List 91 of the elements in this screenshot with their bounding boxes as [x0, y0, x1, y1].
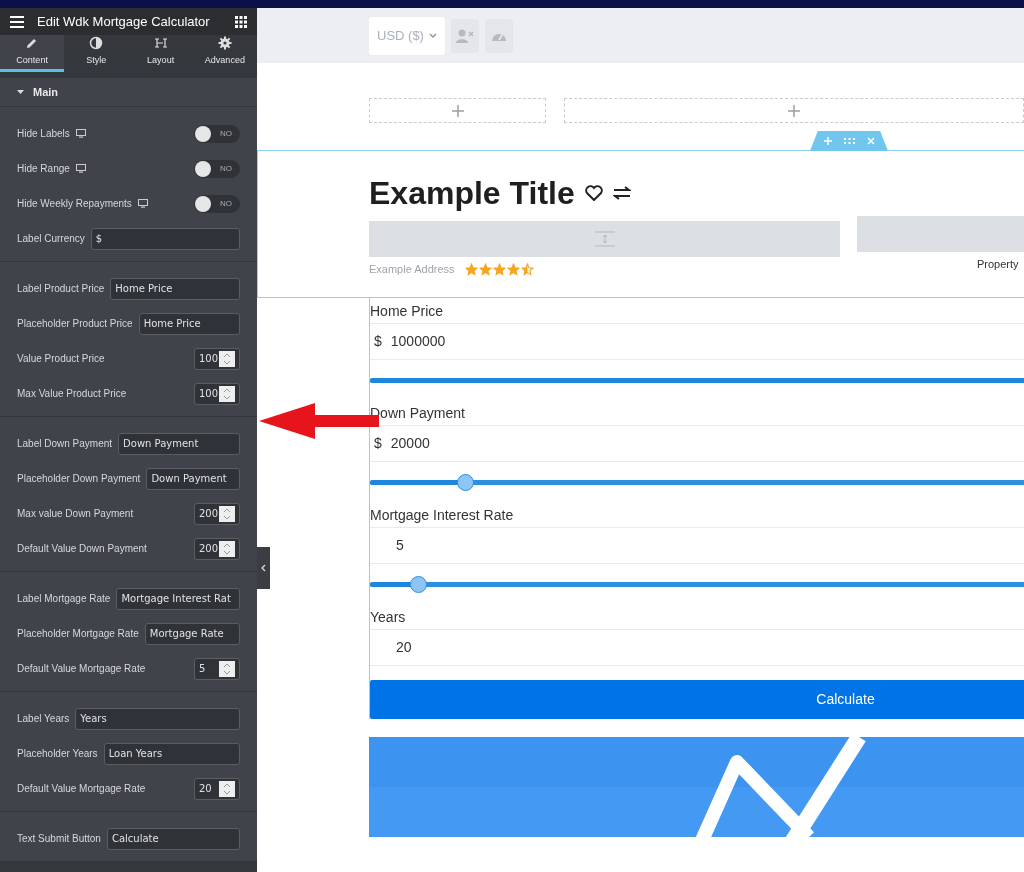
panel-tab[interactable]: Advanced — [192, 35, 257, 72]
contrast-icon — [89, 36, 104, 51]
plus-icon — [451, 104, 464, 117]
currency-prefix: $ — [374, 434, 382, 453]
form-input[interactable]: 20 — [370, 629, 1024, 666]
spinner-icon[interactable] — [219, 385, 235, 402]
form-label: Mortgage Interest Rate — [370, 506, 515, 525]
user-remove-icon — [455, 28, 474, 43]
text-input[interactable]: Mortgage Interest Rat — [116, 587, 240, 610]
number-input[interactable]: 200 — [194, 537, 240, 560]
text-input[interactable]: Mortgage Rate — [144, 622, 240, 645]
field-label: Placeholder Years — [17, 747, 98, 762]
star-icon — [478, 262, 492, 276]
desktop-icon — [75, 129, 86, 139]
field-label: Label Years — [17, 712, 70, 727]
form-label: Years — [370, 608, 407, 627]
field-label: Label Currency — [17, 232, 85, 247]
listing-title: Example Title — [369, 177, 575, 209]
plus-icon[interactable] — [823, 137, 832, 145]
panel-tab[interactable]: Style — [64, 35, 129, 72]
toggle-switch[interactable]: NO — [194, 194, 240, 213]
address-text: Example Address — [369, 262, 455, 277]
spinner-icon[interactable] — [219, 780, 235, 797]
star-icon — [520, 262, 534, 276]
text-input[interactable]: Loan Years — [103, 742, 240, 765]
spinner-icon[interactable] — [219, 350, 235, 367]
panel-tab[interactable]: Content — [0, 35, 65, 72]
form-input[interactable]: $ 1000000 — [370, 323, 1024, 360]
toggle-switch[interactable]: NO — [194, 124, 240, 143]
field-label: Label Product Price — [17, 282, 105, 297]
text-input[interactable]: Years — [75, 707, 240, 730]
apps-grid-icon[interactable] — [235, 15, 247, 28]
heading-icon — [153, 36, 168, 51]
plus-icon — [788, 104, 800, 117]
drag-handle-icon[interactable] — [843, 138, 855, 144]
field-label: Hide Range — [17, 162, 70, 177]
field-label: Label Mortgage Rate — [17, 592, 111, 607]
form-input[interactable]: $ 20000 — [370, 425, 1024, 462]
section-handle[interactable] — [810, 131, 888, 151]
spinner-icon[interactable] — [219, 660, 235, 677]
field-label: Value Product Price — [17, 352, 105, 367]
number-input[interactable]: 100 — [194, 382, 240, 405]
field-label: Default Value Mortgage Rate — [17, 662, 146, 677]
star-icon — [506, 262, 520, 276]
desktop-icon — [75, 164, 86, 174]
field-label: Text Submit Button — [17, 832, 101, 847]
spinner-icon[interactable] — [219, 540, 235, 557]
field-label: Default Value Down Payment — [17, 542, 147, 557]
text-input[interactable]: Home Price — [138, 312, 240, 335]
panel-collapse-button[interactable] — [257, 547, 270, 589]
calculate-button[interactable]: Calculate — [370, 680, 1024, 719]
star-icon — [492, 262, 506, 276]
number-input[interactable]: 20 — [194, 777, 240, 800]
form-input[interactable]: 5 — [370, 527, 1024, 564]
field-label: Placeholder Down Payment — [17, 472, 141, 487]
slider-thumb[interactable] — [457, 473, 475, 491]
text-input[interactable]: Down Payment — [146, 467, 240, 490]
number-input[interactable]: 5 — [194, 657, 240, 680]
form-label: Home Price — [370, 302, 445, 321]
close-icon[interactable] — [866, 137, 875, 145]
text-input[interactable]: Home Price — [110, 277, 240, 300]
text-input[interactable]: $ — [90, 227, 240, 250]
number-input[interactable]: 200 — [194, 502, 240, 525]
number-input[interactable]: 100 — [194, 347, 240, 370]
field-label: Placeholder Mortgage Rate — [17, 627, 139, 642]
field-label: Default Value Mortgage Rate — [17, 782, 146, 797]
field-label: Hide Weekly Repayments — [17, 197, 132, 212]
text-input[interactable]: Calculate — [106, 827, 240, 850]
property-label: Property — [977, 257, 1020, 272]
field-label: Max Value Product Price — [17, 387, 127, 402]
field-label: Label Down Payment — [17, 437, 113, 452]
slider-thumb[interactable] — [409, 575, 427, 593]
swap-arrows-icon[interactable] — [612, 186, 631, 200]
field-label: Max value Down Payment — [17, 507, 134, 522]
chevron-left-icon — [261, 564, 266, 572]
field-label: Placeholder Product Price — [17, 317, 133, 332]
field-label: Hide Labels — [17, 127, 70, 142]
panel-tab[interactable]: Layout — [128, 35, 193, 72]
chevron-down-icon — [428, 33, 437, 38]
desktop-icon — [137, 199, 148, 209]
menu-icon[interactable] — [10, 15, 24, 28]
text-input[interactable]: Down Payment — [118, 432, 240, 455]
spinner-icon[interactable] — [219, 505, 235, 522]
panel-title: Edit Wdk Mortgage Calculator — [37, 12, 211, 31]
heart-icon[interactable] — [584, 185, 603, 201]
toggle-switch[interactable]: NO — [194, 159, 240, 178]
caret-icon — [17, 90, 24, 95]
currency-prefix: $ — [374, 332, 382, 351]
star-icon — [464, 262, 478, 276]
resize-icon — [594, 231, 615, 247]
section-header[interactable]: Main — [0, 78, 257, 108]
